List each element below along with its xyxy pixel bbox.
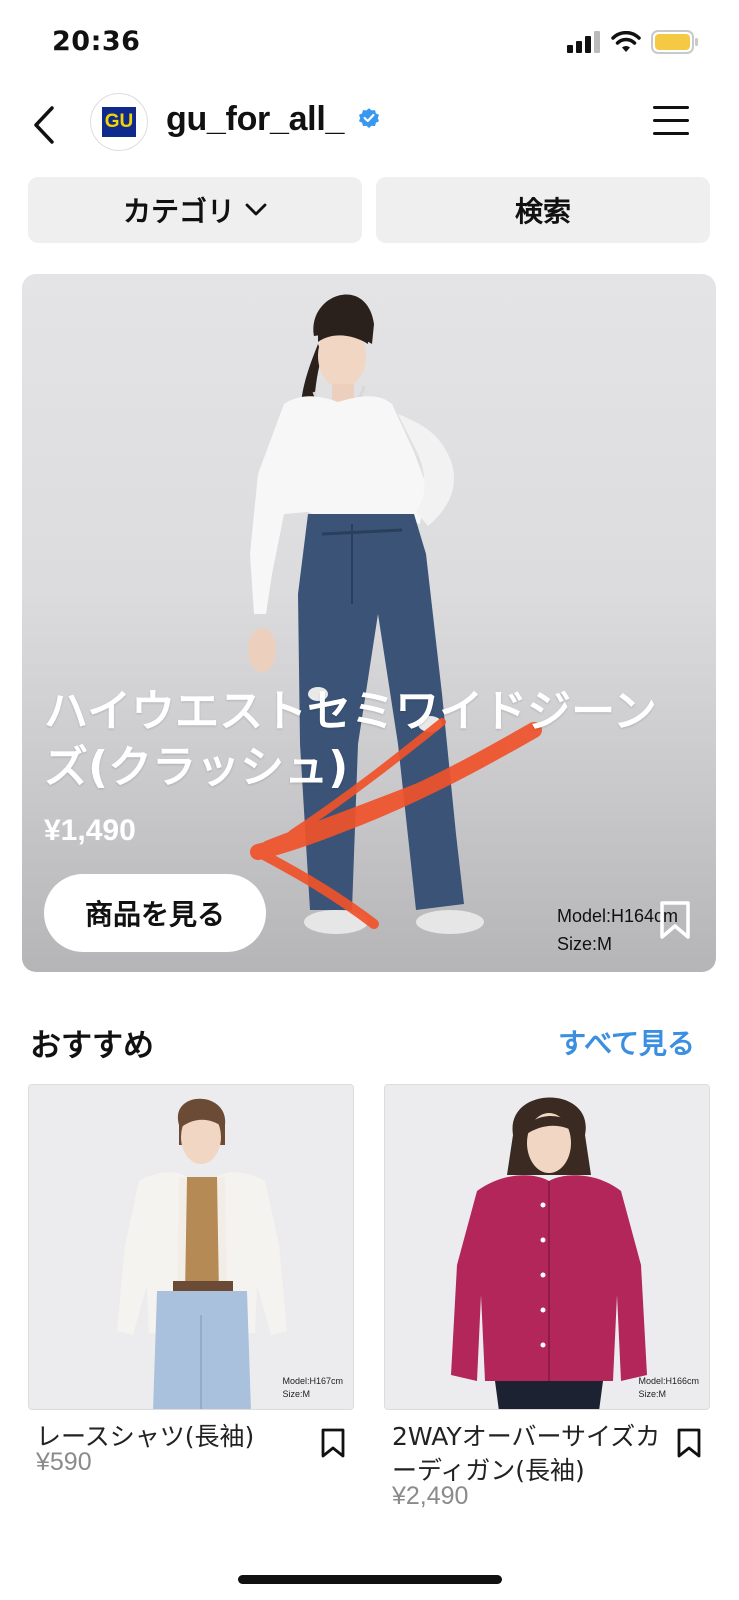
product-image: Model:H166cm Size:M <box>384 1084 710 1410</box>
card-model-height: Model:H166cm <box>638 1376 699 1386</box>
verified-badge-icon <box>359 108 379 128</box>
product-name: 2WAYオーバーサイズカーディガン(長袖) <box>392 1422 661 1485</box>
bookmark-icon[interactable] <box>676 1428 702 1458</box>
filter-row: カテゴリ 検索 <box>28 177 710 243</box>
status-bar: 20:36 <box>0 0 739 88</box>
search-label: 検索 <box>514 195 571 228</box>
product-price: ¥590 <box>36 1448 92 1476</box>
signal-icon <box>567 31 600 53</box>
product-image: Model:H167cm Size:M <box>28 1084 354 1410</box>
category-button[interactable]: カテゴリ <box>28 177 362 243</box>
card-model-size: Size:M <box>282 1389 310 1399</box>
recommended-heading: おすすめ <box>30 1028 154 1064</box>
status-icons <box>567 30 699 54</box>
card-model-info: Model:H167cm Size:M <box>282 1375 343 1401</box>
hero-product-price: ¥1,490 <box>44 814 136 847</box>
gu-logo: GU <box>102 107 136 137</box>
chevron-down-icon <box>245 203 267 216</box>
hamburger-menu-icon <box>653 106 689 109</box>
home-indicator[interactable] <box>238 1575 502 1584</box>
search-button[interactable]: 検索 <box>376 177 710 243</box>
product-photo-lace-shirt <box>29 1085 353 1409</box>
card-model-info: Model:H166cm Size:M <box>638 1375 699 1401</box>
battery-icon <box>651 30 698 54</box>
wifi-icon <box>611 31 641 52</box>
hero-product-image <box>248 294 542 934</box>
back-arrow-icon <box>34 106 54 144</box>
account-name[interactable]: gu_for_all_ <box>166 100 344 139</box>
bookmark-icon[interactable] <box>658 900 692 940</box>
status-time: 20:36 <box>52 26 141 57</box>
avatar[interactable]: GU <box>90 93 148 151</box>
card-model-size: Size:M <box>638 1389 666 1399</box>
product-card[interactable]: Model:H167cm Size:M レースシャツ(長袖) ¥590 <box>28 1084 354 1476</box>
product-card[interactable]: Model:H166cm Size:M 2WAYオーバーサイズカーディガン(長袖… <box>384 1084 710 1510</box>
category-label: カテゴリ <box>122 195 235 228</box>
product-photo-cardigan <box>385 1085 709 1409</box>
hamburger-menu-button[interactable] <box>653 106 691 136</box>
card-model-height: Model:H167cm <box>282 1376 343 1386</box>
menu-line <box>653 119 689 122</box>
back-button[interactable] <box>24 100 64 150</box>
product-price: ¥2,490 <box>392 1482 469 1510</box>
bookmark-icon[interactable] <box>320 1428 346 1458</box>
view-product-button[interactable]: 商品を見る <box>44 874 266 952</box>
profile-header: GU gu_for_all_ <box>0 88 739 168</box>
featured-product-card[interactable]: ハイウエストセミワイドジーンズ(クラッシュ) ¥1,490 商品を見る Mode… <box>22 274 716 972</box>
hero-product-title: ハイウエストセミワイドジーンズ(クラッシュ) <box>44 686 657 793</box>
see-all-link[interactable]: すべて見る <box>558 1022 695 1062</box>
menu-line <box>653 132 689 135</box>
